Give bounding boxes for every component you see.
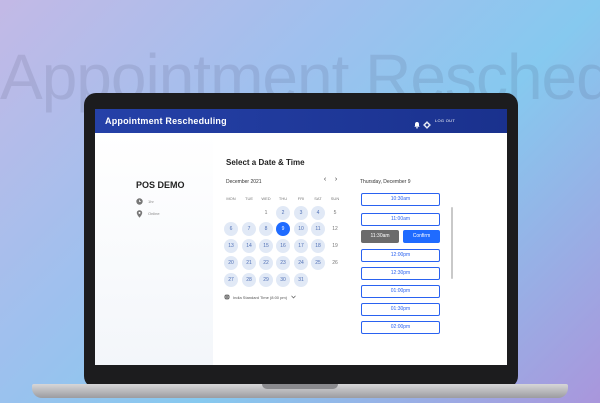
timezone-label: India Standard Time (8:00 pm) [233, 295, 288, 300]
calendar-day[interactable]: 16 [276, 239, 290, 253]
location-pin-icon [136, 210, 143, 218]
weekday-label: SAT [314, 196, 322, 201]
calendar-day: 26 [332, 260, 338, 266]
chevron-left-icon[interactable]: ‹ [321, 176, 329, 183]
calendar-day: 1 [264, 210, 268, 216]
calendar-day[interactable]: 14 [242, 239, 256, 253]
event-details-panel [95, 133, 213, 365]
calendar-day: 5 [333, 210, 337, 216]
calendar-day[interactable]: 23 [276, 256, 290, 270]
calendar-day[interactable]: 11 [311, 222, 325, 236]
logout-link[interactable]: LOG OUT [435, 118, 455, 123]
app-title: Appointment Rescheduling [105, 116, 227, 126]
weekday-label: TUE [245, 196, 253, 201]
laptop-notch [262, 384, 338, 389]
calendar-day: 12 [332, 226, 338, 232]
month-label: December 2021 [226, 179, 262, 185]
calendar-day[interactable]: 27 [224, 273, 238, 287]
calendar-day[interactable]: 15 [259, 239, 273, 253]
selected-date-heading: Thursday, December 9 [360, 179, 411, 185]
calendar-day[interactable]: 18 [311, 239, 325, 253]
calendar-day[interactable]: 3 [294, 206, 308, 220]
calendar-day[interactable]: 20 [224, 256, 238, 270]
calendar-day[interactable]: 30 [276, 273, 290, 287]
calendar-day[interactable]: 31 [294, 273, 308, 287]
time-slot-button[interactable]: 02:00pm [361, 321, 440, 334]
selected-time-slot[interactable]: 11:30am [361, 230, 399, 243]
calendar-day[interactable]: 29 [259, 273, 273, 287]
app-screen: Appointment Rescheduling LOG OUT POS DEM… [95, 109, 507, 365]
calendar-day[interactable]: 8 [259, 222, 273, 236]
calendar-day: 19 [332, 243, 338, 249]
calendar-day[interactable]: 24 [294, 256, 308, 270]
calendar-day[interactable]: 21 [242, 256, 256, 270]
confirm-button[interactable]: Confirm [403, 230, 440, 243]
time-slot-button[interactable]: 01:00pm [361, 285, 440, 298]
calendar-day[interactable]: 22 [259, 256, 273, 270]
chevron-down-icon [291, 295, 296, 299]
event-location-text: Online [148, 211, 160, 216]
time-slot-button[interactable]: 12:30pm [361, 267, 440, 280]
time-slot-button[interactable]: 10:30am [361, 193, 440, 206]
selected-date[interactable]: 9 [276, 222, 290, 236]
weekday-label: FRI [297, 196, 305, 201]
calendar-day[interactable]: 6 [224, 222, 238, 236]
time-slot-button[interactable]: 01:30pm [361, 303, 440, 316]
calendar-day[interactable]: 25 [311, 256, 325, 270]
weekday-label: MON [226, 196, 236, 201]
gear-icon[interactable] [423, 116, 431, 129]
calendar-day[interactable]: 2 [276, 206, 290, 220]
app-header: Appointment Rescheduling LOG OUT [95, 109, 507, 133]
weekday-label: THU [278, 196, 288, 201]
calendar-day[interactable]: 10 [294, 222, 308, 236]
calendar-day[interactable]: 13 [224, 239, 238, 253]
time-slot-button[interactable]: 11:00am [361, 213, 440, 226]
calendar-day[interactable]: 7 [242, 222, 256, 236]
time-slots-scrollbar[interactable] [451, 207, 453, 279]
weekday-label: SUN [330, 196, 340, 201]
chevron-right-icon[interactable]: › [332, 176, 340, 183]
clock-icon [136, 198, 143, 205]
weekday-label: WED [261, 196, 271, 201]
event-duration-text: 1hr [148, 199, 154, 204]
calendar-day[interactable]: 4 [311, 206, 325, 220]
globe-icon [224, 294, 230, 300]
calendar-day[interactable]: 28 [242, 273, 256, 287]
section-title: Select a Date & Time [226, 158, 305, 167]
event-title: POS DEMO [136, 180, 185, 190]
bell-icon[interactable] [413, 116, 421, 129]
time-slot-button[interactable]: 12:00pm [361, 249, 440, 262]
calendar-day[interactable]: 17 [294, 239, 308, 253]
